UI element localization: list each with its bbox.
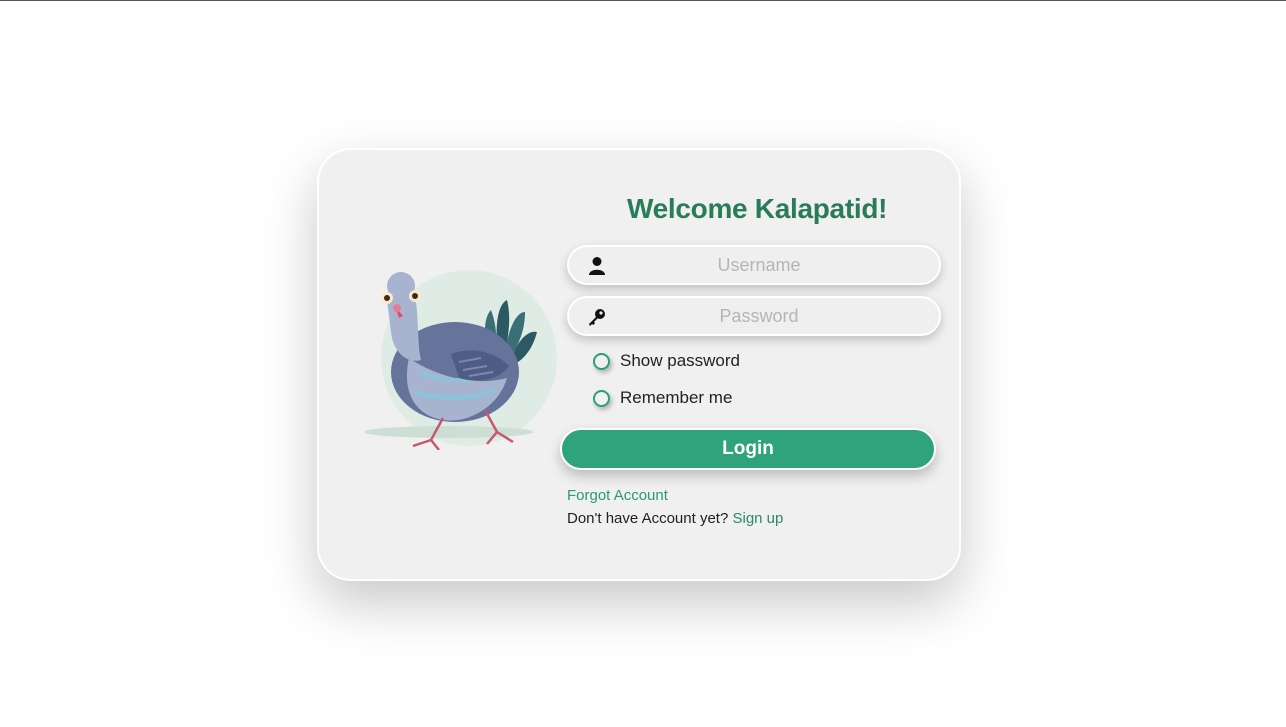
top-border: [0, 0, 1286, 1]
password-field: [567, 296, 941, 336]
login-card: Welcome Kalapatid! Show password Remembe…: [317, 148, 961, 581]
password-input[interactable]: [609, 298, 909, 334]
forgot-account-link[interactable]: Forgot Account: [567, 487, 668, 504]
username-field: [567, 245, 941, 285]
remember-me-option[interactable]: Remember me: [593, 386, 732, 410]
welcome-title: Welcome Kalapatid!: [627, 193, 888, 224]
signup-prompt: Don't have Account yet? Sign up: [567, 510, 783, 527]
show-password-option[interactable]: Show password: [593, 349, 740, 373]
show-password-radio[interactable]: [593, 352, 610, 370]
show-password-label: Show password: [620, 351, 741, 370]
pigeon-illustration: [364, 270, 557, 450]
user-icon: [589, 257, 605, 275]
username-input[interactable]: [609, 247, 909, 283]
remember-me-label: Remember me: [620, 388, 733, 407]
no-account-text: Don't have Account yet?: [567, 510, 729, 527]
key-icon: [589, 309, 605, 326]
login-button[interactable]: Login: [560, 428, 936, 470]
sign-up-link[interactable]: Sign up: [732, 510, 783, 527]
remember-me-radio[interactable]: [593, 389, 610, 407]
